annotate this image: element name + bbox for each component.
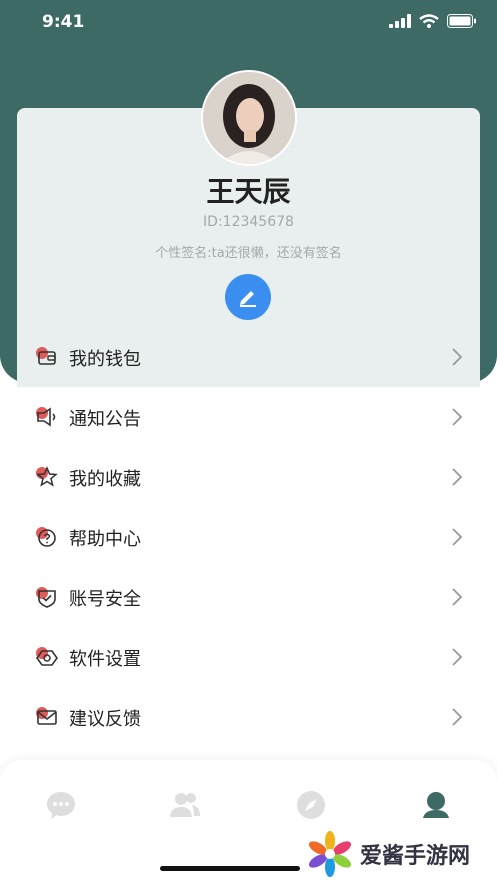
shield-icon — [36, 587, 56, 608]
discover-icon[interactable] — [294, 788, 328, 822]
flower-logo-icon — [308, 831, 352, 877]
avatar[interactable] — [201, 70, 297, 166]
chevron-right-icon — [452, 588, 463, 606]
wifi-icon — [419, 14, 439, 28]
chevron-right-icon — [452, 528, 463, 546]
battery-icon — [447, 14, 476, 28]
status-bar: 9:41 — [0, 0, 497, 46]
menu-label: 建议反馈 — [69, 709, 141, 730]
menu-item-notice[interactable]: 通知公告 — [17, 387, 480, 447]
speaker-icon — [36, 407, 56, 427]
profile-icon[interactable] — [419, 788, 453, 822]
user-name: 王天辰 — [206, 175, 291, 208]
signal-icon — [389, 14, 411, 28]
menu-label: 软件设置 — [69, 649, 141, 670]
menu-item-feedback[interactable]: 建议反馈 — [17, 687, 480, 747]
wallet-icon — [36, 347, 56, 365]
help-icon — [36, 527, 56, 547]
chevron-right-icon — [452, 408, 463, 426]
contacts-icon[interactable] — [168, 788, 202, 822]
chevron-right-icon — [452, 468, 463, 486]
chevron-right-icon — [452, 648, 463, 666]
status-time: 9:41 — [42, 12, 85, 32]
pencil-icon — [240, 291, 256, 307]
menu-item-help[interactable]: 帮助中心 — [17, 507, 480, 567]
menu-label: 账号安全 — [69, 589, 141, 610]
user-id: ID:12345678 — [203, 214, 294, 230]
menu-label: 我的钱包 — [69, 349, 141, 370]
menu-list: 我的钱包 通知公告 我的收藏 帮助中心 账号安全 软件设置 建议反馈 — [17, 327, 480, 747]
mail-icon — [36, 707, 57, 725]
star-icon — [36, 466, 58, 487]
watermark-logo: 爱酱手游网 — [306, 830, 470, 878]
menu-label: 帮助中心 — [69, 529, 141, 550]
edit-profile-button[interactable] — [225, 274, 271, 320]
chevron-right-icon — [452, 348, 463, 366]
watermark-text: 爱酱手游网 — [360, 844, 471, 869]
menu-item-favorites[interactable]: 我的收藏 — [17, 447, 480, 507]
menu-label: 通知公告 — [69, 409, 141, 430]
chat-icon[interactable] — [44, 788, 78, 822]
menu-label: 我的收藏 — [69, 469, 141, 490]
avatar-portrait-icon — [203, 72, 295, 164]
home-indicator — [160, 866, 300, 871]
menu-item-security[interactable]: 账号安全 — [17, 567, 480, 627]
user-signature: 个性签名:ta还很懒，还没有签名 — [155, 246, 342, 261]
chevron-right-icon — [452, 708, 463, 726]
menu-item-settings[interactable]: 软件设置 — [17, 627, 480, 687]
settings-icon — [36, 647, 58, 666]
menu-item-wallet[interactable]: 我的钱包 — [17, 327, 480, 387]
